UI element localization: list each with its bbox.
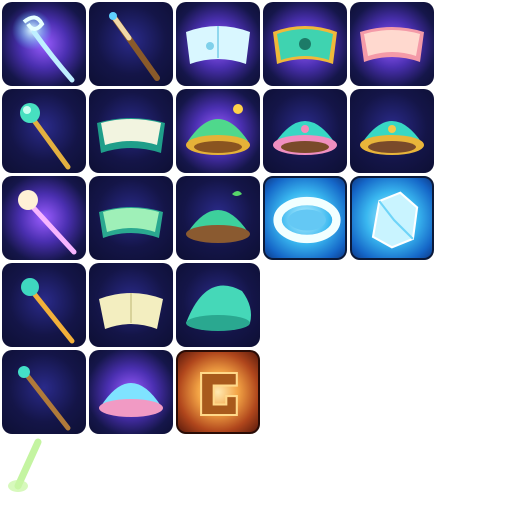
green-light-beam-icon (4, 438, 48, 496)
sprite-sheet (0, 0, 512, 512)
glowing-pink-dome-icon[interactable] (89, 350, 173, 434)
green-book-icon[interactable] (89, 176, 173, 260)
cream-book-icon[interactable] (89, 263, 173, 347)
gold-crown-dome-icon[interactable] (176, 89, 260, 173)
teal-gold-dome-icon[interactable] (350, 89, 434, 173)
teal-orb-staff-icon[interactable] (2, 263, 86, 347)
glowing-book-icon[interactable] (176, 2, 260, 86)
spiral-staff-icon[interactable] (2, 2, 86, 86)
pearl-orb-staff-icon[interactable] (2, 176, 86, 260)
teal-book-icon[interactable] (89, 89, 173, 173)
pink-book-icon[interactable] (350, 2, 434, 86)
leaf-staff-icon[interactable] (2, 89, 86, 173)
wooden-wand-icon[interactable] (89, 2, 173, 86)
green-gold-book-icon[interactable] (263, 2, 347, 86)
ice-ring-icon[interactable] (263, 176, 347, 260)
ice-crystal-icon[interactable] (350, 176, 434, 260)
fire-rune-icon[interactable] (176, 350, 260, 434)
mint-cap-icon[interactable] (176, 263, 260, 347)
teal-wand-icon[interactable] (2, 350, 86, 434)
sprout-dome-icon[interactable] (176, 176, 260, 260)
pink-heart-dome-icon[interactable] (263, 89, 347, 173)
